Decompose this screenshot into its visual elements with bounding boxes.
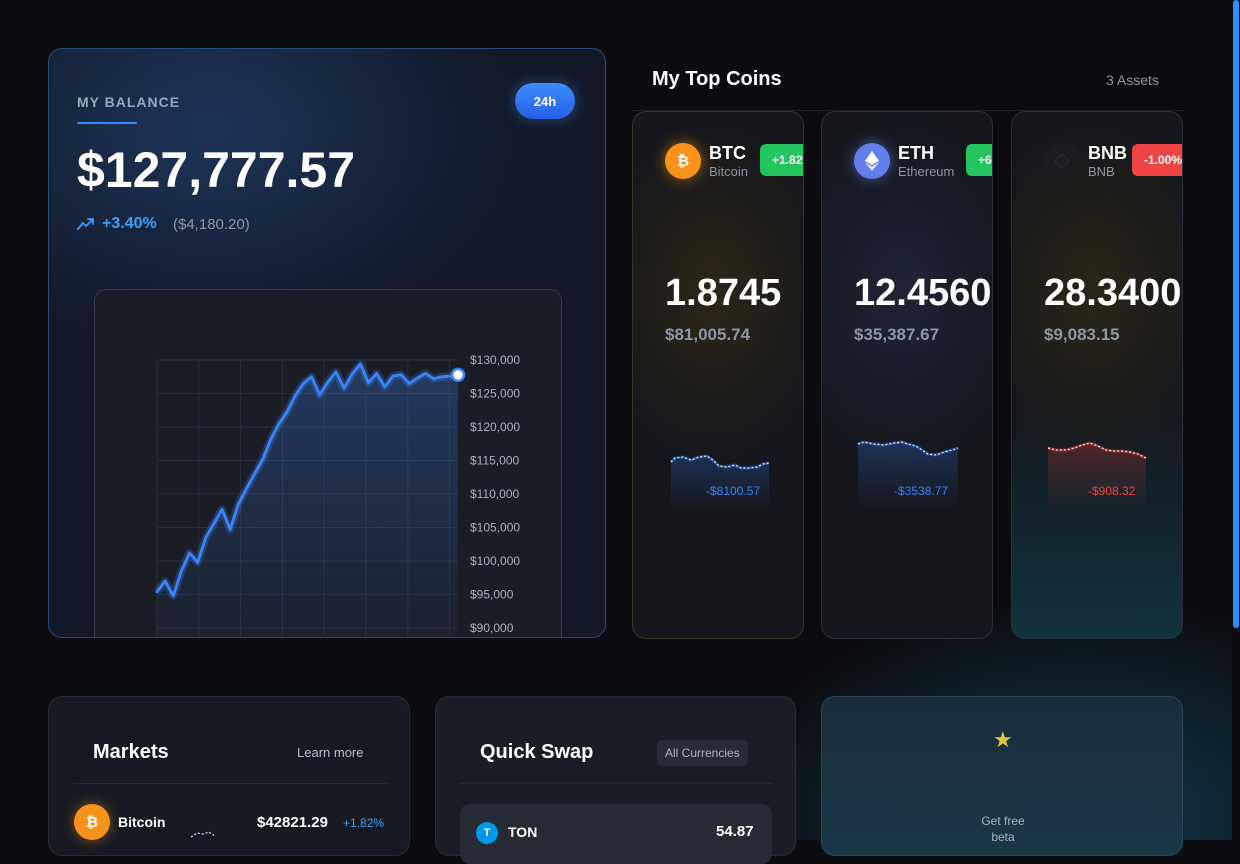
chart-y-tick-label: $130,000 — [470, 353, 520, 367]
balance-line-chart: $130,000 $125,000 $120,000 $115,000 $110,000… — [153, 353, 520, 637]
coin-usd-value: $9,083.15 — [1044, 325, 1120, 344]
coin-name: Bitcoin — [709, 164, 749, 179]
quick-swap-panel: Quick Swap All Currencies T TON 54.87 — [435, 696, 796, 864]
coin-card-bnb[interactable]: BNB BNB -1.00% 28.3400 $9,083.15 -$908.3… — [1011, 111, 1183, 639]
chart-y-tick-label: $120,000 — [470, 420, 520, 434]
promo-text-line1: Get free — [981, 814, 1025, 828]
period-24h-button[interactable]: 24h — [515, 83, 575, 119]
coin-change-badge: +6 — [966, 144, 992, 176]
chart-y-tick-label: $90,000 — [470, 621, 514, 635]
markets-panel: Markets Learn more ₿ Bitcoin $42821.29 +… — [48, 696, 410, 856]
chart-y-tick-label: $115,000 — [470, 454, 519, 468]
balance-change-amount: ($4,180.20) — [173, 216, 250, 233]
trend-up-icon — [77, 218, 94, 230]
swap-row-ton[interactable]: T TON 54.87 — [460, 804, 772, 864]
market-row-price: $42821.29 — [257, 814, 328, 831]
bitcoin-icon: ₿ — [665, 143, 701, 179]
ethereum-icon — [854, 143, 890, 179]
market-row-name[interactable]: Bitcoin — [118, 814, 165, 830]
chart-y-tick-label: $105,000 — [470, 521, 520, 535]
top-coins-count: 3 Assets — [1106, 72, 1159, 88]
balance-label: MY BALANCE — [77, 94, 181, 110]
coin-name: Ethereum — [898, 164, 955, 179]
promo-panel: ★ Get free beta — [821, 696, 1183, 856]
market-row-change: +1.82% — [343, 816, 385, 830]
markets-divider — [73, 783, 387, 784]
coin-usd-value: $35,387.67 — [854, 325, 940, 344]
coin-sparkline — [669, 454, 770, 510]
coin-amount: 12.4560 — [854, 272, 992, 314]
coin-spark-change: -$8100.57 — [706, 484, 761, 498]
coin-amount: 28.3400 — [1044, 272, 1182, 314]
balance-change-percent: +3.40% — [102, 215, 157, 232]
chart-y-tick-label: $110,000 — [470, 487, 519, 501]
promo-text: Get free beta — [822, 813, 1184, 845]
page-scrollbar-thumb[interactable] — [1233, 0, 1239, 628]
bnb-icon — [1044, 143, 1080, 179]
coin-usd-value: $81,005.74 — [665, 325, 751, 344]
coin-spark-change: -$3538.77 — [894, 484, 949, 498]
coin-symbol: BNB — [1088, 143, 1127, 163]
all-currencies-button[interactable]: All Currencies — [657, 740, 748, 766]
coin-amount: 1.8745 — [665, 272, 782, 314]
market-row-sparkline — [190, 831, 216, 838]
swap-row-symbol: TON — [508, 824, 538, 840]
coin-change-badge: -1.00% — [1132, 144, 1182, 176]
balance-card: MY BALANCE $127,777.57 +3.40% ($4,180.20… — [48, 48, 606, 638]
coin-card-eth[interactable]: ETH Ethereum +6 12.4560 $35,387.67 -$353… — [821, 111, 993, 639]
coin-symbol: BTC — [709, 143, 746, 163]
quick-swap-title: Quick Swap — [480, 741, 594, 763]
bitcoin-icon: ₿ — [74, 804, 110, 840]
chart-y-tick-label: $95,000 — [470, 588, 514, 602]
coin-card-btc[interactable]: ₿ BTC Bitcoin +1.82% 1.8745 $81,005.74 -… — [632, 111, 804, 639]
coin-spark-change: -$908.32 — [1088, 484, 1136, 498]
quick-swap-divider — [460, 783, 772, 784]
swap-row-value: 54.87 — [716, 823, 754, 840]
coin-name: BNB — [1088, 164, 1115, 179]
svg-text:₿: ₿ — [677, 153, 689, 170]
balance-label-underline — [77, 122, 137, 124]
coin-sparkline — [1047, 441, 1147, 510]
chart-y-tick-label: $125,000 — [470, 387, 520, 401]
top-coins-title: My Top Coins — [652, 68, 782, 90]
coin-change-badge: +1.82% — [760, 144, 803, 176]
chart-end-point — [450, 367, 466, 383]
chart-y-tick-label: $100,000 — [470, 554, 520, 568]
chart-area-fill — [157, 364, 458, 637]
balance-chart-panel: $130,000 $125,000 $120,000 $115,000 $110,000… — [94, 289, 562, 637]
coin-symbol: ETH — [898, 143, 934, 163]
promo-text-line2: beta — [991, 830, 1015, 844]
balance-value: $127,777.57 — [77, 142, 356, 198]
ton-icon: T — [476, 822, 498, 844]
coin-sparkline — [857, 440, 959, 510]
learn-more-link[interactable]: Learn more — [297, 745, 363, 760]
svg-text:₿: ₿ — [86, 814, 98, 831]
markets-title: Markets — [93, 741, 169, 763]
star-icon: ★ — [993, 727, 1013, 752]
